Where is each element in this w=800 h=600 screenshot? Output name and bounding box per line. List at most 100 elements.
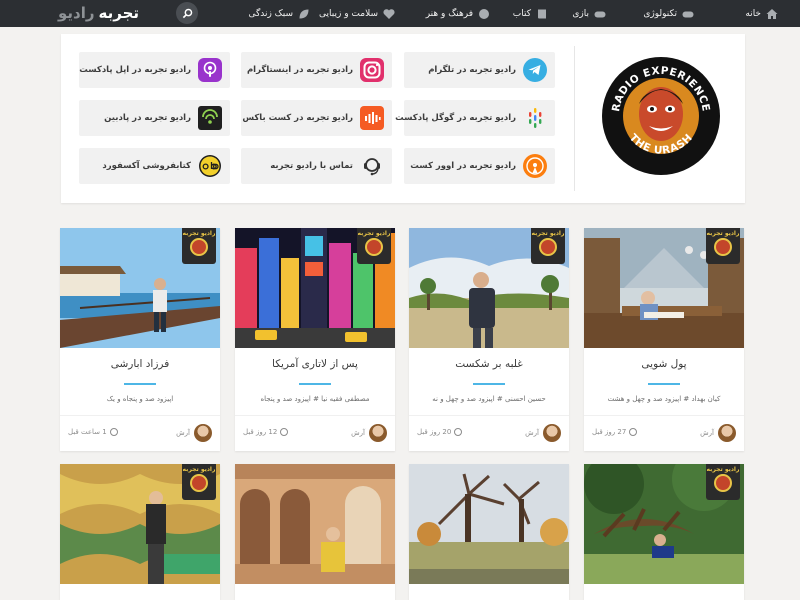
link-contact[interactable]: تماس با رادیو تجربه xyxy=(241,148,392,184)
episode-title[interactable]: غلبه بر شکست xyxy=(409,358,569,370)
card-badge: رادیو تجربه xyxy=(182,228,216,264)
avatar xyxy=(543,424,561,442)
nav-item-label: خانه xyxy=(745,8,761,19)
nav-item-games[interactable]: بازی xyxy=(572,0,606,27)
overcast-icon xyxy=(523,154,547,178)
card-divider xyxy=(60,415,220,416)
episode-card[interactable] xyxy=(409,464,569,600)
link-telegram[interactable]: رادیو تجربه در تلگرام xyxy=(404,52,555,88)
author[interactable]: آرش xyxy=(351,424,387,442)
card-badge-face xyxy=(190,238,208,256)
episode-image[interactable] xyxy=(409,464,569,584)
time-text: 1 ساعت قبل xyxy=(68,428,107,436)
avatar xyxy=(369,424,387,442)
nav-item-label: سلامت و زیبایی xyxy=(319,8,378,19)
apple-podcasts-icon xyxy=(198,58,222,82)
time-text: 12 روز قبل xyxy=(243,428,278,436)
link-label: رادیو تجربه در اپل پادکست xyxy=(79,65,191,75)
card-badge-face xyxy=(714,474,732,492)
nav-item-books[interactable]: کتاب xyxy=(513,0,548,27)
time-text: 27 روز قبل xyxy=(592,428,627,436)
link-label: رادیو تجربه در پادبین xyxy=(104,113,191,123)
nav-item-label: بازی xyxy=(572,8,589,19)
publish-time: 20 روز قبل xyxy=(417,428,463,436)
castbox-icon xyxy=(360,106,384,130)
title-underline xyxy=(124,383,156,385)
episode-card[interactable] xyxy=(235,464,395,600)
brand-part-1: تجربه xyxy=(98,4,140,22)
nav-item-technology[interactable]: تکنولوژی xyxy=(643,0,694,27)
support-icon xyxy=(360,154,384,178)
clock-icon xyxy=(109,428,118,436)
link-label: رادیو تجربه در اینستاگرام xyxy=(246,65,353,75)
link-google-podcasts[interactable]: رادیو تجربه در گوگل پادکست xyxy=(395,100,555,136)
panel-divider xyxy=(574,46,575,191)
link-podbean[interactable]: رادیو تجربه در پادبین xyxy=(79,100,230,136)
top-navbar: خانه تکنولوژی بازی کتاب فرهنگ و هنر سلام… xyxy=(0,0,800,27)
link-label: رادیو تجربه در کست باکس xyxy=(242,113,353,123)
avatar xyxy=(194,424,212,442)
link-label: رادیو تجربه در تلگرام xyxy=(428,65,516,75)
publish-time: 27 روز قبل xyxy=(592,428,638,436)
link-instagram[interactable]: رادیو تجربه در اینستاگرام xyxy=(241,52,392,88)
palette-icon xyxy=(479,8,489,19)
link-label: رادیو تجربه در گوگل پادکست xyxy=(395,113,516,123)
link-castbox[interactable]: رادیو تجربه در کست باکس xyxy=(241,100,392,136)
author-name: آرش xyxy=(525,429,539,437)
card-badge-text: رادیو تجربه xyxy=(706,466,740,473)
site-logo-text[interactable]: تجربه رادیو xyxy=(58,2,139,24)
heartbeat-icon xyxy=(383,8,395,19)
leaf-icon xyxy=(299,9,309,18)
card-divider xyxy=(235,415,395,416)
author-name: آرش xyxy=(176,429,190,437)
clock-icon xyxy=(454,428,463,436)
telegram-icon xyxy=(523,58,547,82)
card-badge: رادیو تجربه xyxy=(182,464,216,500)
link-oxford-bookstore[interactable]: کتابفروشی آکسفورد xyxy=(79,148,230,184)
nav-item-health-beauty[interactable]: سلامت و زیبایی xyxy=(319,0,395,27)
episode-title[interactable]: پول شویی xyxy=(584,358,744,370)
episode-card[interactable]: رادیو تجربه فرزاد ابارشی اپیزود صد و پنج… xyxy=(60,228,220,451)
clock-icon xyxy=(280,428,289,436)
radio-experience-logo: RADIO EXPERIENCE THE URASH xyxy=(602,57,720,175)
card-badge-face xyxy=(190,474,208,492)
link-label: کتابفروشی آکسفورد xyxy=(102,161,191,171)
clock-icon xyxy=(629,428,638,436)
episode-card[interactable]: رادیو تجربه xyxy=(584,464,744,600)
link-overcast[interactable]: رادیو تجربه در اوور کست xyxy=(404,148,555,184)
episode-meta: کیان بهداد # اپیزود صد و چهل و هشت xyxy=(607,395,721,403)
card-badge-text: رادیو تجربه xyxy=(706,230,740,237)
nav-item-home[interactable]: خانه xyxy=(745,0,778,27)
link-apple-podcasts[interactable]: رادیو تجربه در اپل پادکست xyxy=(79,52,230,88)
card-badge-text: رادیو تجربه xyxy=(182,466,216,473)
search-button[interactable] xyxy=(176,2,198,24)
author[interactable]: آرش xyxy=(525,424,561,442)
episode-card[interactable]: رادیو تجربه غلبه بر شکست حسین احسنی # اپ… xyxy=(409,228,569,451)
nav-item-culture-art[interactable]: فرهنگ و هنر xyxy=(426,0,490,27)
episode-card[interactable]: رادیو تجربه xyxy=(60,464,220,600)
oxford-icon xyxy=(198,154,222,178)
title-underline xyxy=(299,383,331,385)
author[interactable]: آرش xyxy=(176,424,212,442)
title-underline xyxy=(648,383,680,385)
episode-meta: مصطفی فقیه نیا # اپیزود صد و پنجاه xyxy=(260,395,370,403)
author-name: آرش xyxy=(351,429,365,437)
author[interactable]: آرش xyxy=(700,424,736,442)
card-badge: رادیو تجربه xyxy=(531,228,565,264)
avatar xyxy=(718,424,736,442)
publish-time: 1 ساعت قبل xyxy=(68,428,118,436)
episode-title[interactable]: فرزاد ابارشی xyxy=(60,358,220,370)
episode-meta: اپیزود صد و پنجاه و یک xyxy=(106,395,174,403)
card-badge: رادیو تجربه xyxy=(357,228,391,264)
card-badge-text: رادیو تجربه xyxy=(531,230,565,237)
episode-card[interactable]: رادیو تجربه پول شویی کیان بهداد # اپیزود… xyxy=(584,228,744,451)
nav-item-label: فرهنگ و هنر xyxy=(425,8,473,19)
episode-image[interactable] xyxy=(235,464,395,584)
home-icon xyxy=(766,8,778,19)
nav-item-lifestyle[interactable]: سبک زندگی xyxy=(248,0,310,27)
brand-part-2: رادیو xyxy=(58,4,95,22)
publish-time: 12 روز قبل xyxy=(243,428,289,436)
episode-title[interactable]: پس از لاتاری آمریکا xyxy=(235,358,395,370)
episode-card[interactable]: رادیو تجربه پس از لاتاری آمریکا مصطفی فق… xyxy=(235,228,395,451)
link-label: تماس با رادیو تجربه xyxy=(270,161,353,171)
